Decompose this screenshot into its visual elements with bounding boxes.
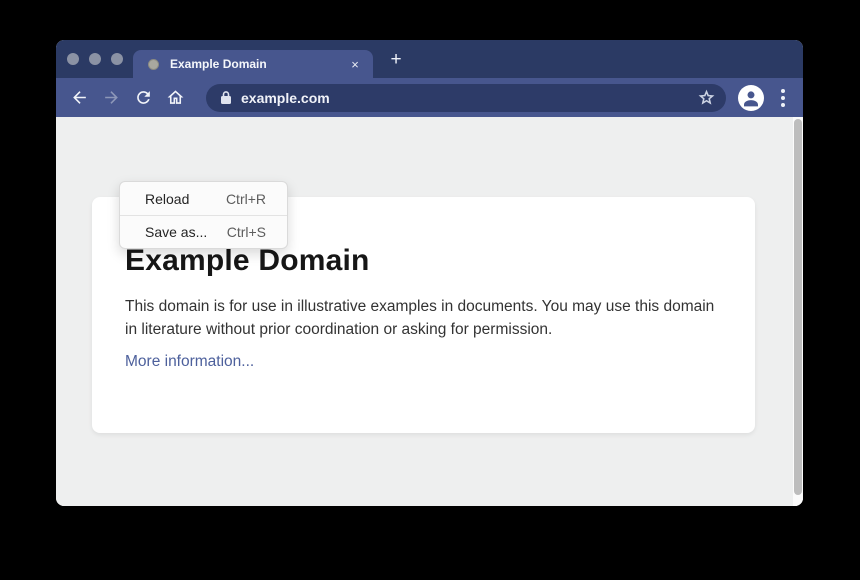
bookmark-star-icon[interactable] <box>697 88 716 107</box>
back-arrow-icon <box>70 88 89 107</box>
browser-window: Example Domain × + example.com Ex <box>56 40 803 506</box>
tab-close-icon[interactable]: × <box>347 56 363 72</box>
menu-item-label: Save as... <box>145 224 207 240</box>
page-title: Example Domain <box>125 244 755 278</box>
profile-avatar[interactable] <box>738 85 764 111</box>
page-content: Example Domain This domain is for use in… <box>56 117 803 506</box>
tab-title: Example Domain <box>170 57 347 71</box>
forward-button[interactable] <box>98 85 124 111</box>
menu-item-shortcut: Ctrl+R <box>226 191 266 207</box>
toolbar: example.com <box>56 78 803 117</box>
menu-item-reload[interactable]: Reload Ctrl+R <box>120 182 287 215</box>
window-minimize-button[interactable] <box>89 53 101 65</box>
titlebar[interactable]: Example Domain × + <box>56 40 803 78</box>
window-zoom-button[interactable] <box>111 53 123 65</box>
menu-item-save-as[interactable]: Save as... Ctrl+S <box>120 215 287 248</box>
home-button[interactable] <box>162 85 188 111</box>
menu-item-label: Reload <box>145 191 189 207</box>
reload-button[interactable] <box>130 85 156 111</box>
window-controls <box>67 53 123 65</box>
new-tab-button[interactable]: + <box>384 48 408 72</box>
favicon-icon <box>148 59 159 70</box>
forward-arrow-icon <box>102 88 121 107</box>
window-close-button[interactable] <box>67 53 79 65</box>
reload-icon <box>134 88 153 107</box>
home-icon <box>166 88 185 107</box>
person-icon <box>741 88 761 108</box>
body-text: This domain is for use in illustrative e… <box>125 296 717 341</box>
scrollbar[interactable] <box>793 117 803 506</box>
url-text[interactable]: example.com <box>241 90 697 106</box>
back-button[interactable] <box>66 85 92 111</box>
address-bar[interactable]: example.com <box>206 84 726 112</box>
tab-example-domain[interactable]: Example Domain × <box>133 50 373 78</box>
context-menu: Reload Ctrl+R Save as... Ctrl+S <box>119 181 288 249</box>
scrollbar-thumb[interactable] <box>794 119 802 495</box>
menu-kebab-icon[interactable] <box>775 89 791 107</box>
more-information-link[interactable]: More information... <box>125 353 254 371</box>
lock-icon <box>220 90 232 105</box>
menu-item-shortcut: Ctrl+S <box>227 224 266 240</box>
